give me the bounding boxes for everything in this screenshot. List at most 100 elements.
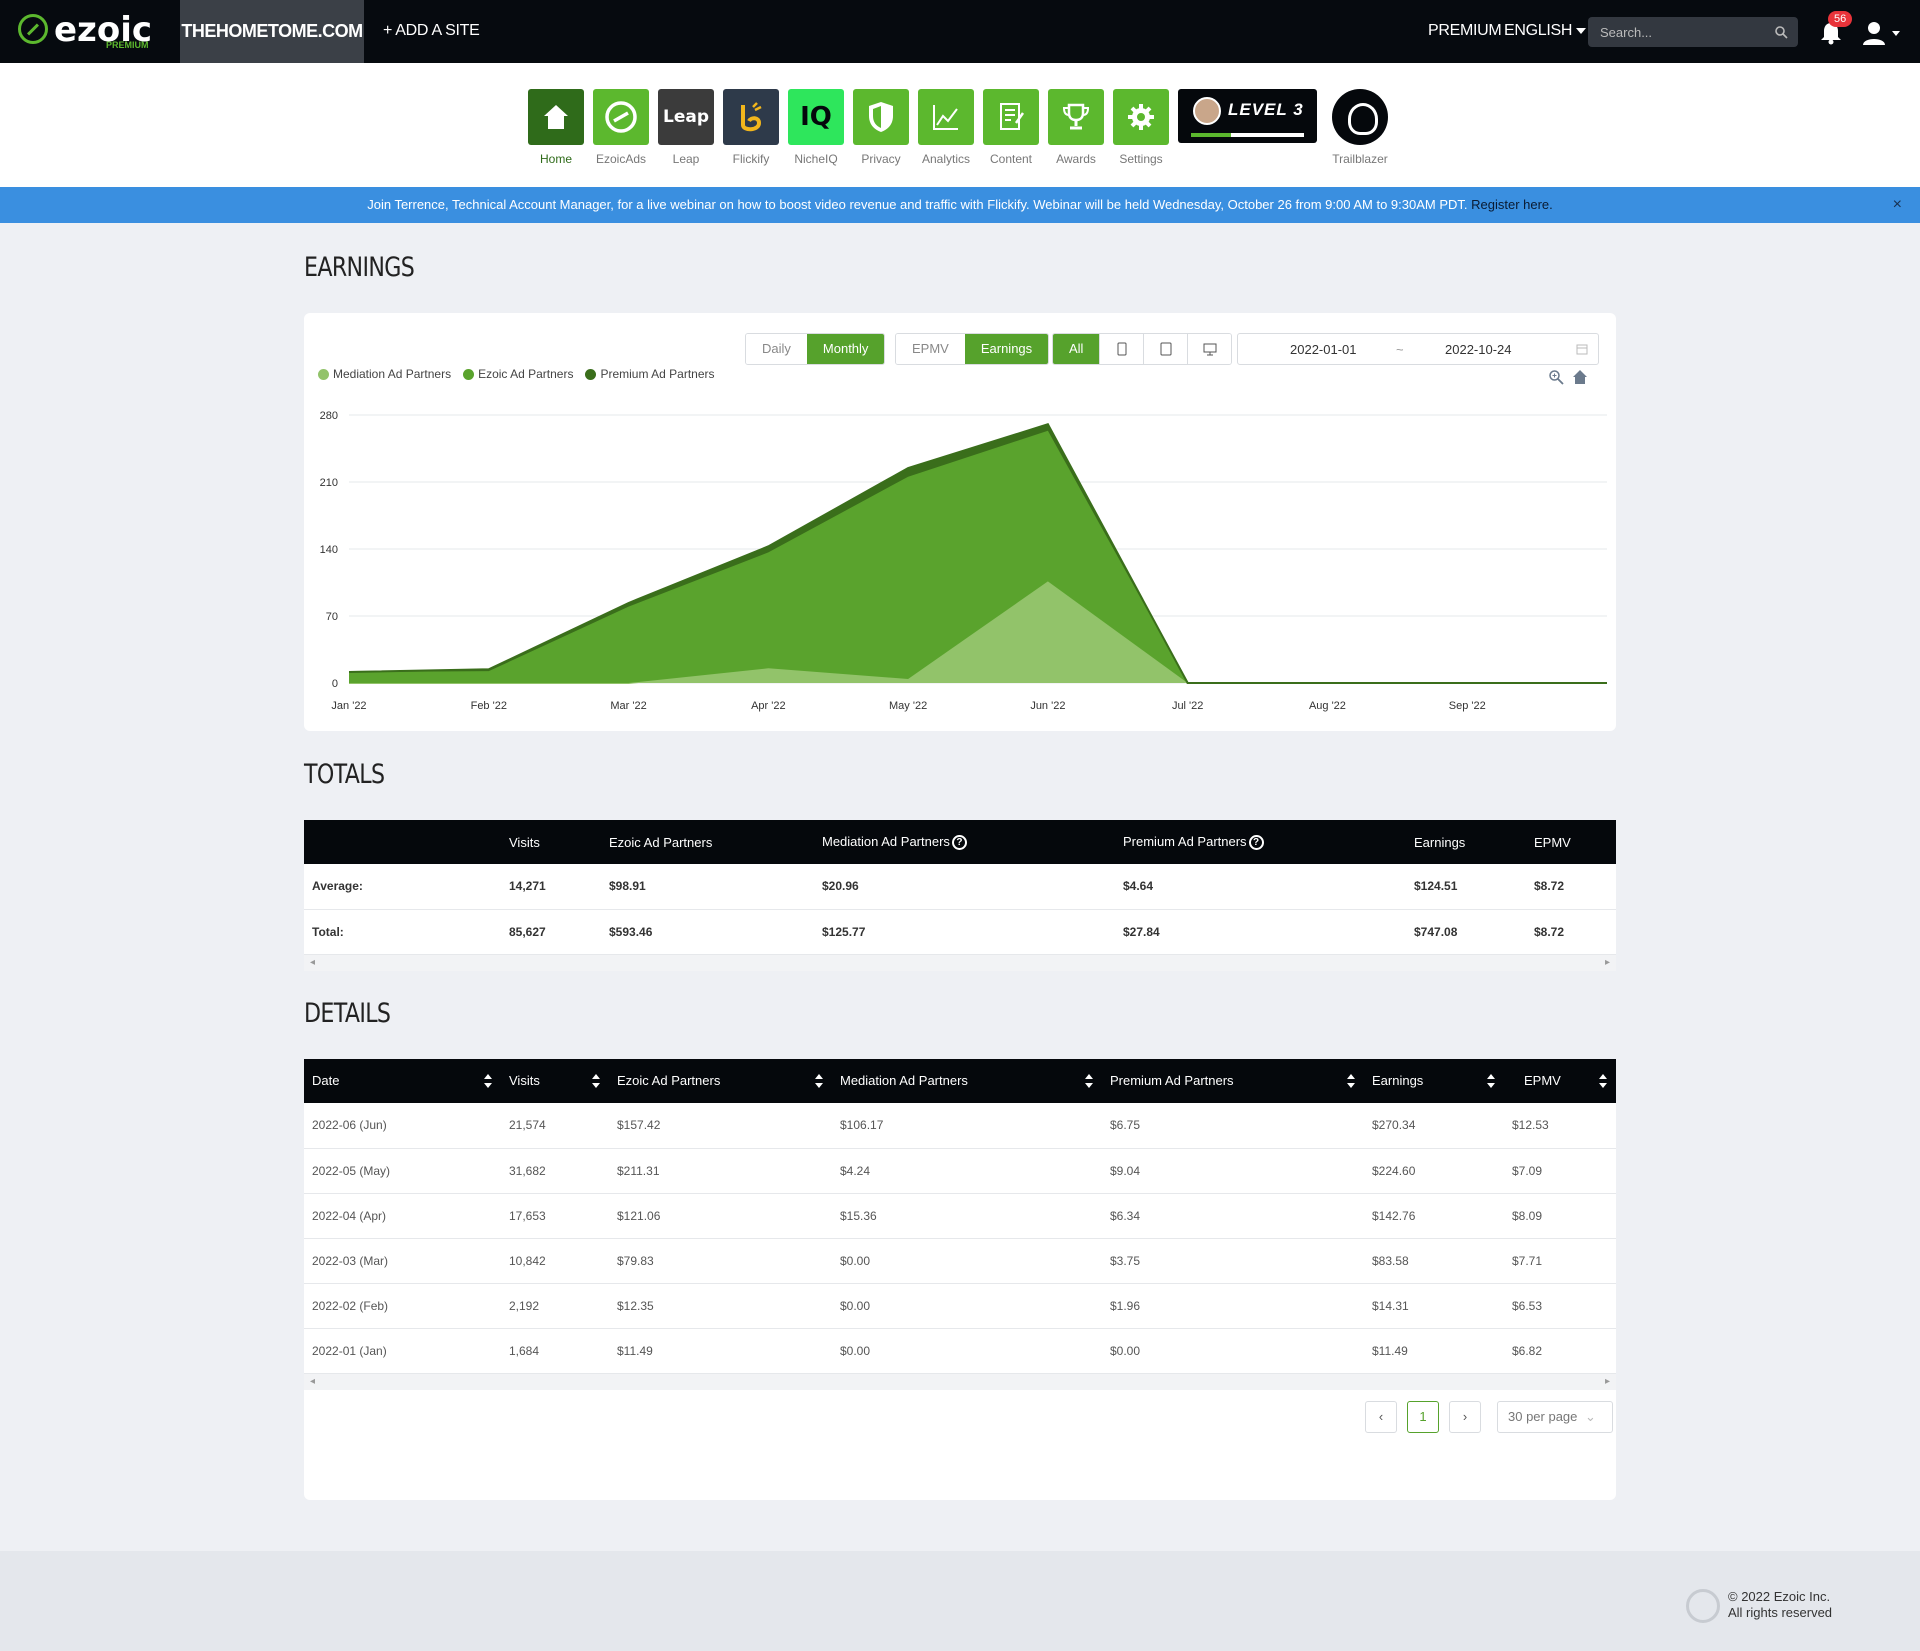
totals-header: Premium Ad Partners?	[1115, 820, 1406, 864]
register-link[interactable]: Register here.	[1471, 197, 1553, 212]
chevron-down-icon	[1576, 27, 1587, 34]
horizontal-scrollbar[interactable]: ◂ ▸	[304, 1373, 1616, 1390]
cell: $747.08	[1406, 909, 1526, 955]
cell: $1.96	[1102, 1283, 1364, 1329]
earnings-title: EARNINGS	[304, 252, 415, 283]
home-icon	[544, 105, 568, 129]
cell: $0.00	[832, 1328, 1102, 1374]
sort-epmv[interactable]: EPMV	[1504, 1059, 1616, 1103]
prev-page-button[interactable]: ‹	[1365, 1401, 1397, 1433]
scroll-right-icon[interactable]: ▸	[1605, 1376, 1610, 1387]
trailblazer-badge[interactable]: Trailblazer	[1330, 89, 1390, 166]
pagination: ‹ 1 › 30 per page ⌄	[1365, 1401, 1613, 1433]
sort-icon[interactable]	[591, 1073, 601, 1089]
ezoic-logo[interactable]: ezoic PREMIUM	[14, 8, 164, 54]
level-progress-bar	[1191, 133, 1304, 137]
app-tile: Leap	[658, 89, 714, 145]
per-page-select[interactable]: 30 per page ⌄	[1497, 1401, 1613, 1433]
app-ezoicads[interactable]: EzoicAds	[593, 89, 649, 166]
app-nicheiq[interactable]: IQ NicheIQ	[788, 89, 844, 166]
app-privacy[interactable]: Privacy	[853, 89, 909, 166]
cell: 14,271	[501, 864, 601, 910]
cell: $11.49	[1364, 1328, 1504, 1374]
search-icon[interactable]	[1774, 25, 1788, 39]
totals-header-row: Visits Ezoic Ad Partners Mediation Ad Pa…	[304, 820, 1616, 864]
level-text: LEVEL 3	[1228, 100, 1304, 119]
scroll-left-icon[interactable]: ◂	[310, 957, 315, 968]
sort-icon[interactable]	[1486, 1073, 1496, 1089]
sort-visits[interactable]: Visits	[501, 1059, 609, 1103]
sort-mediation[interactable]: Mediation Ad Partners	[832, 1059, 1102, 1103]
sort-icon[interactable]	[814, 1073, 824, 1089]
banner-text: Join Terrence, Technical Account Manager…	[367, 197, 1472, 212]
page-number[interactable]: 1	[1407, 1401, 1439, 1433]
sort-premium[interactable]: Premium Ad Partners	[1102, 1059, 1364, 1103]
ezoic-logo-mark	[18, 14, 48, 44]
app-analytics[interactable]: Analytics	[918, 89, 974, 166]
cell: $8.72	[1526, 909, 1616, 955]
cell: $3.75	[1102, 1238, 1364, 1284]
sort-icon[interactable]	[1346, 1073, 1356, 1089]
premium-link[interactable]: PREMIUM	[1428, 22, 1502, 40]
level-progress-fill	[1191, 133, 1231, 137]
y-tick-label: 210	[320, 477, 338, 489]
scroll-left-icon[interactable]: ◂	[310, 1376, 315, 1387]
app-tile	[528, 89, 584, 145]
cell: $6.75	[1102, 1103, 1364, 1149]
cell: 10,842	[501, 1238, 609, 1284]
help-icon[interactable]: ?	[1248, 835, 1264, 851]
cell: $7.09	[1504, 1148, 1616, 1194]
app-tile	[918, 89, 974, 145]
cell: $7.71	[1504, 1238, 1616, 1284]
cell: $11.49	[609, 1328, 832, 1374]
sort-icon[interactable]	[483, 1073, 493, 1089]
cell: $4.24	[832, 1148, 1102, 1194]
horizontal-scrollbar[interactable]: ◂ ▸	[304, 954, 1616, 971]
sort-icon[interactable]	[1084, 1073, 1094, 1089]
x-tick-label: Feb '22	[471, 700, 507, 712]
level-badge[interactable]: LEVEL 3	[1178, 89, 1317, 143]
sort-icon[interactable]	[1598, 1073, 1608, 1089]
site-tab[interactable]: THEHOMETOME.COM	[180, 0, 364, 63]
trophy-icon	[1062, 103, 1090, 130]
x-tick-label: Jul '22	[1172, 700, 1203, 712]
app-leap[interactable]: Leap Leap	[658, 89, 714, 166]
sort-ezoic[interactable]: Ezoic Ad Partners	[609, 1059, 832, 1103]
header-label: Date	[312, 1073, 340, 1088]
app-flickify[interactable]: Flickify	[723, 89, 779, 166]
header-label: Mediation Ad Partners	[822, 833, 950, 849]
help-icon[interactable]: ?	[951, 835, 967, 851]
app-content[interactable]: Content	[983, 89, 1039, 166]
cell: $106.17	[832, 1103, 1102, 1149]
sort-earnings[interactable]: Earnings	[1364, 1059, 1504, 1103]
brand-sub: PREMIUM	[106, 40, 149, 50]
app-tile: IQ	[788, 89, 844, 145]
cell: $6.82	[1504, 1328, 1616, 1374]
app-launcher-bar: Home EzoicAds Leap Leap Flickify IQ Nich…	[0, 63, 1920, 187]
cell: $157.42	[609, 1103, 832, 1149]
sort-date[interactable]: Date	[304, 1059, 501, 1103]
app-home[interactable]: Home	[528, 89, 584, 166]
next-page-button[interactable]: ›	[1449, 1401, 1481, 1433]
cell: $14.31	[1364, 1283, 1504, 1329]
cell: $12.35	[609, 1283, 832, 1329]
cell: 2022-04 (Apr)	[304, 1193, 501, 1239]
user-menu-icon[interactable]	[1862, 20, 1902, 46]
language-dropdown[interactable]: ENGLISH	[1504, 22, 1587, 40]
cell: 21,574	[501, 1103, 609, 1149]
app-settings[interactable]: Settings	[1113, 89, 1169, 166]
x-tick-label: May '22	[889, 700, 927, 712]
add-site-link[interactable]: + ADD A SITE	[383, 22, 480, 40]
cell: $270.34	[1364, 1103, 1504, 1149]
y-tick-label: 70	[326, 611, 338, 623]
app-label: Settings	[1119, 152, 1163, 166]
cell: $124.51	[1406, 864, 1526, 910]
cell: $125.77	[814, 909, 1115, 955]
search-box	[1588, 17, 1798, 47]
shield-icon	[869, 102, 893, 132]
close-icon[interactable]: ×	[1893, 187, 1902, 223]
avatar	[1193, 97, 1221, 125]
search-input[interactable]	[1588, 17, 1768, 47]
app-awards[interactable]: Awards	[1048, 89, 1104, 166]
scroll-right-icon[interactable]: ▸	[1605, 957, 1610, 968]
